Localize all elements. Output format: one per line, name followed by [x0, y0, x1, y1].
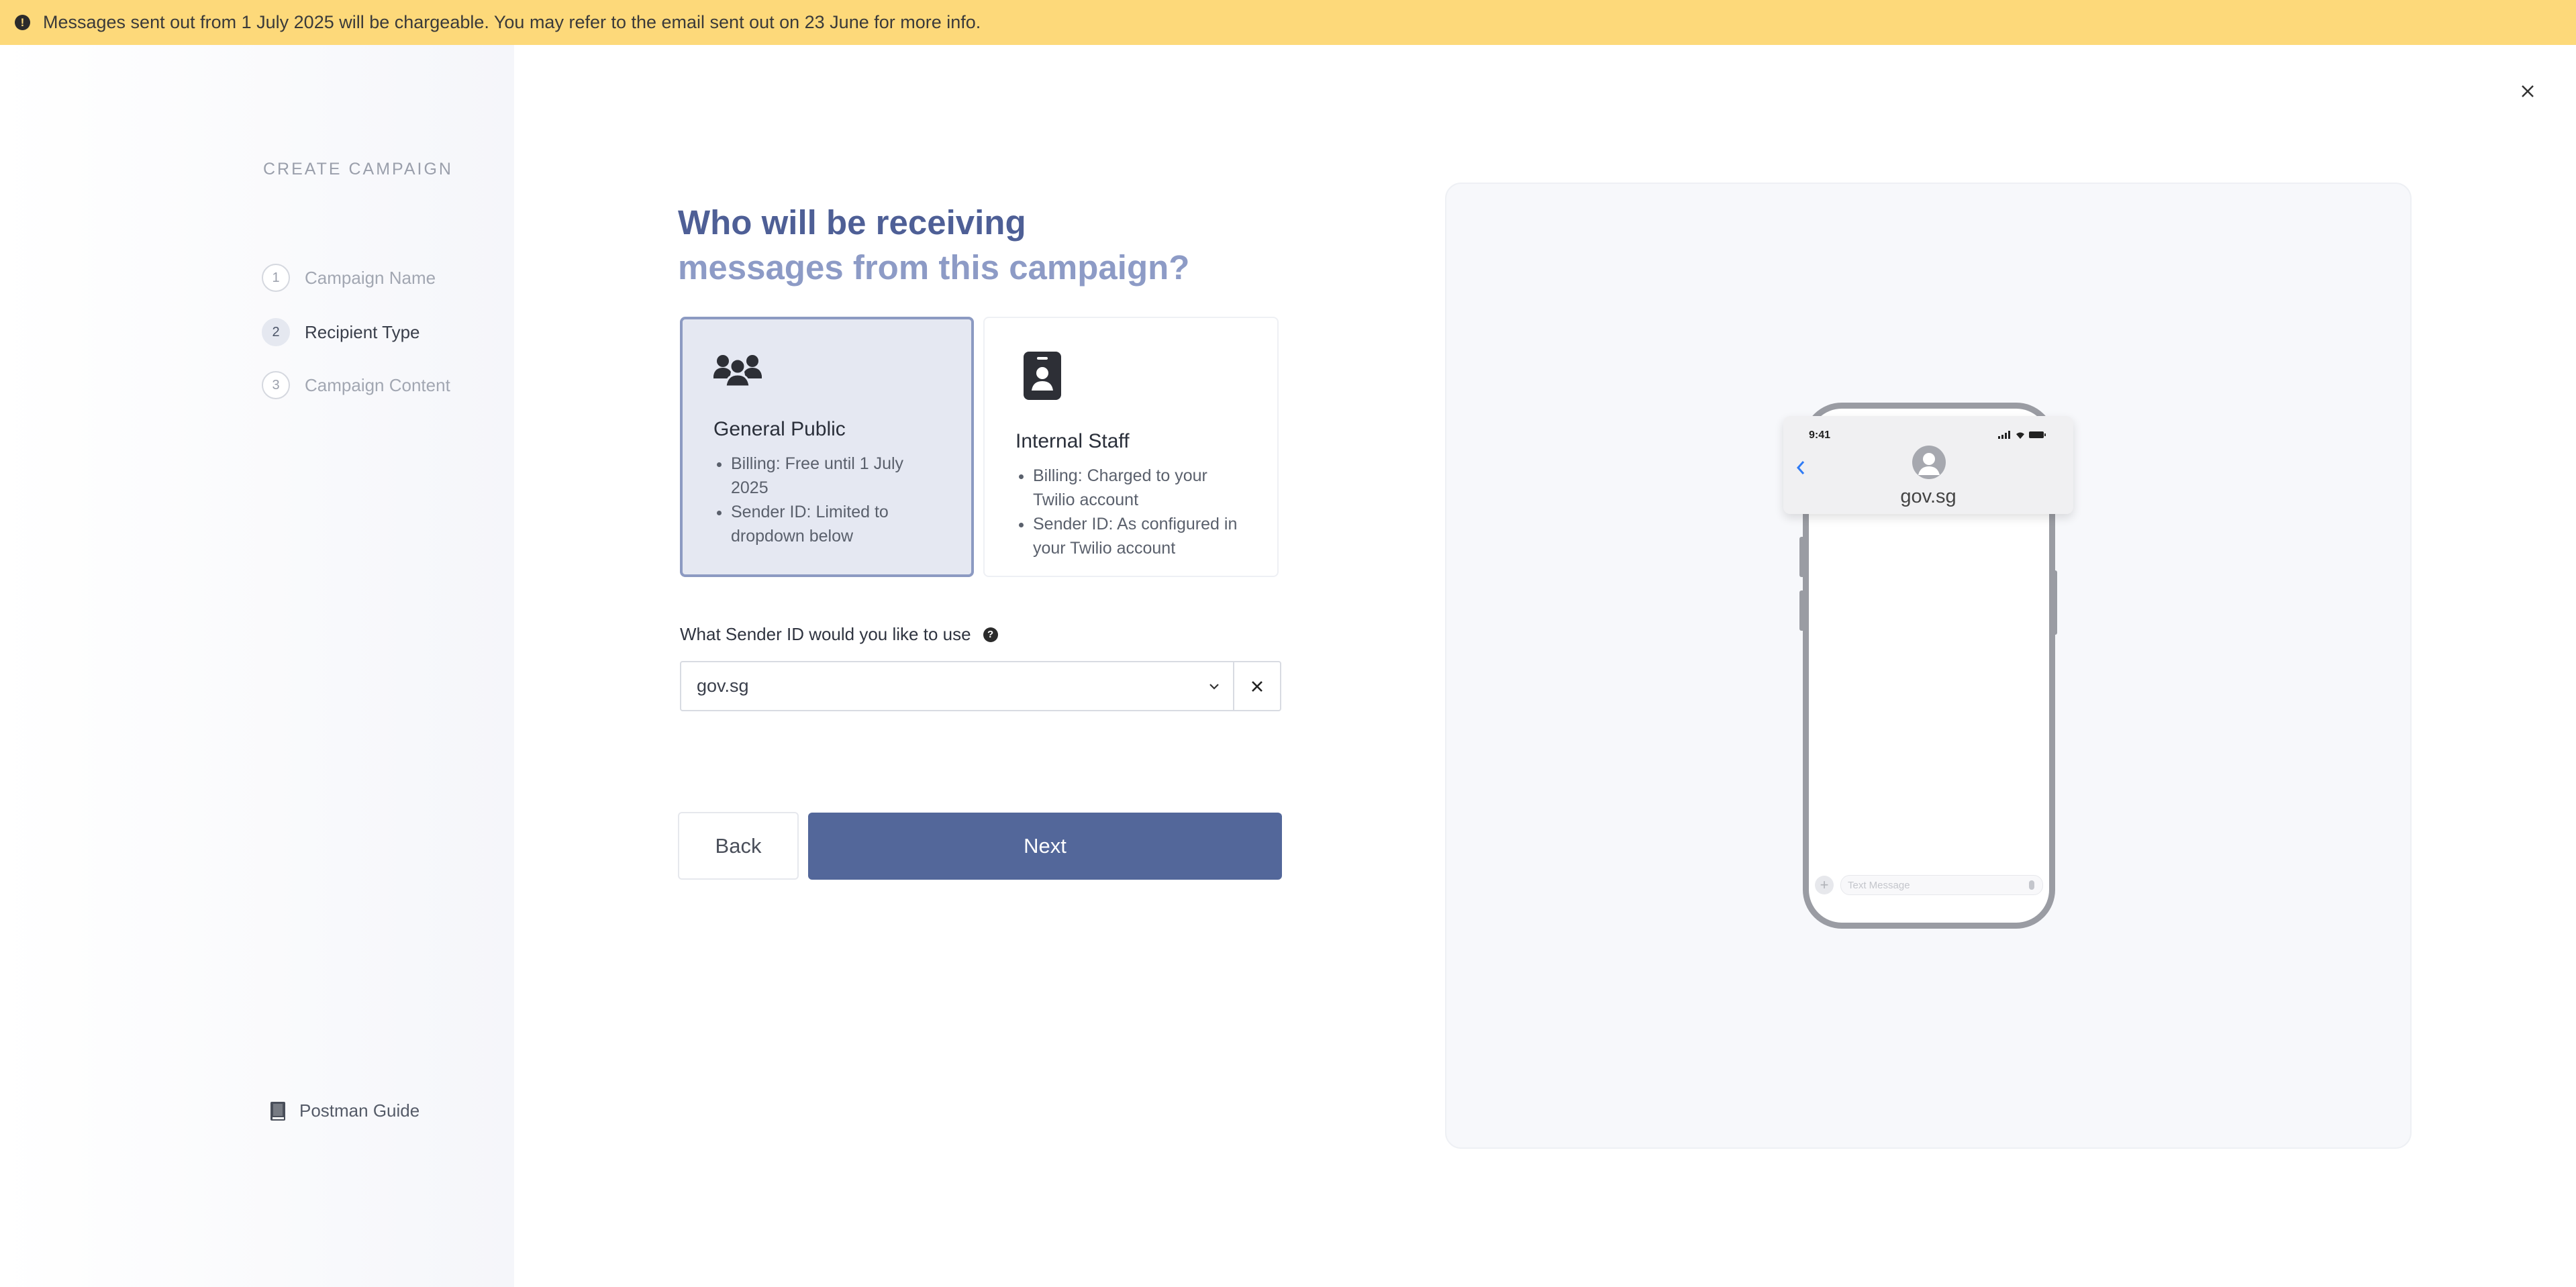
phone-status-icons: [1998, 431, 2046, 439]
page-title: Who will be receiving messages from this…: [678, 200, 1189, 290]
card-bullet: Billing: Charged to your Twilio account: [1033, 464, 1246, 512]
sender-id-value: gov.sg: [697, 676, 749, 696]
close-icon[interactable]: [2516, 79, 2540, 103]
phone-input-placeholder: Text Message: [1848, 879, 1910, 891]
card-bullet: Sender ID: Limited to dropdown below: [731, 500, 940, 548]
sidebar: [0, 45, 514, 1287]
sender-id-select[interactable]: gov.sg: [680, 661, 1234, 711]
step-label: Recipient Type: [305, 321, 420, 342]
sender-id-label-text: What Sender ID would you like to use: [680, 624, 971, 644]
chevron-down-icon: [1209, 683, 1219, 690]
signal-icon: [1998, 431, 2010, 439]
back-button[interactable]: Back: [678, 812, 799, 880]
phone-side-button: [2052, 570, 2057, 635]
card-title: Internal Staff: [1015, 430, 1130, 452]
postman-guide-link[interactable]: Postman Guide: [270, 1100, 419, 1121]
announcement-banner: ! Messages sent out from 1 July 2025 wil…: [0, 0, 2576, 45]
guide-label: Postman Guide: [299, 1100, 420, 1121]
step-number: 3: [262, 371, 290, 399]
step-number: 2: [262, 318, 290, 346]
phone-text-input: Text Message: [1840, 875, 2043, 895]
alert-circle-icon: !: [15, 15, 30, 30]
card-internal-staff[interactable]: Internal Staff Billing: Charged to your …: [983, 317, 1279, 577]
sender-id-label: What Sender ID would you like to use ?: [680, 624, 998, 645]
step-label: Campaign Name: [305, 267, 436, 288]
phone-message-header: 9:41 gov.sg: [1783, 416, 2073, 514]
card-general-public[interactable]: General Public Billing: Free until 1 Jul…: [680, 317, 974, 577]
title-line-1: Who will be receiving: [678, 203, 1026, 242]
step-recipient-type[interactable]: 2 Recipient Type: [262, 318, 420, 346]
phone-side-button: [1799, 590, 1805, 631]
chevron-left-icon: [1796, 461, 1805, 474]
book-icon: [270, 1101, 285, 1121]
id-badge-icon: [1024, 352, 1061, 400]
wifi-icon: [2016, 432, 2024, 439]
close-icon: [1252, 680, 1262, 692]
card-bullet: Billing: Free until 1 July 2025: [731, 452, 940, 500]
battery-icon: [2029, 431, 2046, 438]
sidebar-title: CREATE CAMPAIGN: [263, 160, 453, 178]
phone-side-button: [1799, 537, 1805, 577]
group-icon: [713, 355, 762, 388]
phone-input-row: + Text Message: [1815, 873, 2043, 897]
clear-sender-button[interactable]: [1233, 661, 1281, 711]
card-bullet: Sender ID: As configured in your Twilio …: [1033, 512, 1246, 560]
contact-name: gov.sg: [1900, 486, 1956, 507]
step-number: 1: [262, 264, 290, 292]
question-circle-icon[interactable]: ?: [983, 627, 998, 642]
mic-icon: [2029, 880, 2034, 890]
contact-avatar-icon: [1912, 446, 1946, 479]
card-title: General Public: [713, 418, 846, 440]
step-campaign-content[interactable]: 3 Campaign Content: [262, 371, 450, 399]
next-button[interactable]: Next: [808, 813, 1282, 880]
step-campaign-name[interactable]: 1 Campaign Name: [262, 264, 436, 292]
step-label: Campaign Content: [305, 374, 450, 395]
phone-time: 9:41: [1809, 429, 1831, 441]
banner-text: Messages sent out from 1 July 2025 will …: [43, 12, 981, 32]
plus-icon: +: [1815, 876, 1834, 894]
title-line-2: messages from this campaign?: [678, 248, 1190, 287]
